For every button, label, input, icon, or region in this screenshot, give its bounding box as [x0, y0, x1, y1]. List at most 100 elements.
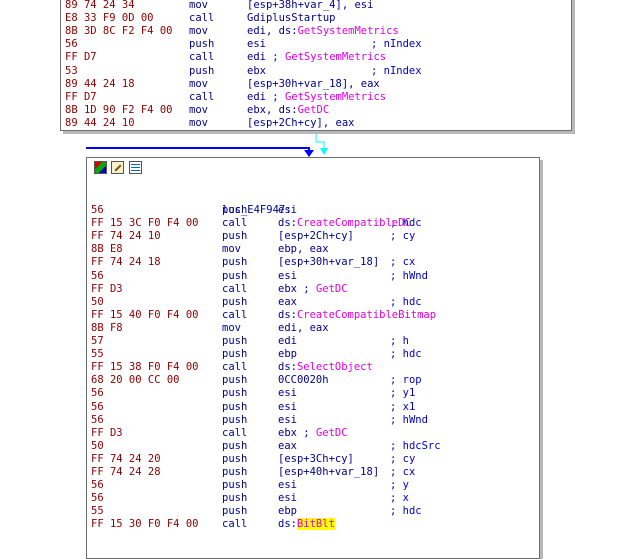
graph-color-icon[interactable]: [94, 161, 107, 174]
api-name[interactable]: CreateCompatibleBitmap: [297, 309, 436, 321]
mnemonic: call: [222, 361, 248, 374]
operands: ebx: [247, 65, 266, 78]
api-name[interactable]: GetDC: [316, 427, 348, 439]
disasm-block-top[interactable]: 89 74 24 34 mov [esp+38h+var_4], esi E8 33 …: [60, 0, 572, 131]
api-name[interactable]: GetSystemMetrics: [285, 91, 386, 103]
mnemonic: mov: [189, 77, 208, 90]
disasm-line[interactable]: 8B 1D 90 F2 F4 00 mov ebx, ds:GetDC: [61, 104, 571, 117]
disasm-line[interactable]: FF 74 24 18 push [esp+30h+var_18] ; cx: [87, 256, 539, 269]
operands: esi: [247, 38, 266, 51]
disasm-line[interactable]: 56 push esi ; hWnd: [87, 270, 539, 283]
disasm-line[interactable]: FF D7 call edi ; GetSystemMetrics: [61, 91, 571, 104]
mnemonic: push: [222, 256, 248, 269]
disasm-line[interactable]: 56 push esi: [87, 204, 539, 217]
operands: ebx ; GetDC: [278, 283, 348, 296]
disasm-block-loc[interactable]: loc_E4F947: ; hdc 56 push esi FF 15 3C F0 F…: [86, 157, 540, 559]
operand-text: ebx: [278, 282, 304, 295]
disasm-line[interactable]: E8 33 F9 0D 00 call GdiplusStartup: [61, 12, 571, 25]
operands: esi: [278, 270, 297, 283]
operands: [esp+30h+var_18], eax: [247, 78, 380, 91]
api-name[interactable]: GetDC: [316, 283, 348, 295]
opcode-bytes: 55: [91, 348, 104, 361]
operand-text: ds:: [278, 361, 297, 374]
disasm-line[interactable]: 89 44 24 18 mov [esp+30h+var_18], eax: [61, 78, 571, 91]
line-comment: ; hdc: [390, 348, 422, 361]
disasm-line[interactable]: 50 push eax ; hdcSrc: [87, 440, 539, 453]
opcode-bytes: FF 15 3C F0 F4 00: [91, 217, 199, 230]
disasm-line[interactable]: FF 74 24 10 push [esp+2Ch+cy] ; cy: [87, 230, 539, 243]
api-name[interactable]: CreateCompatibleDC: [297, 217, 411, 229]
opcode-bytes: 68 20 00 CC 00: [91, 374, 180, 387]
disasm-line[interactable]: 89 44 24 10 mov [esp+2Ch+cy], eax: [61, 117, 571, 130]
mnemonic: mov: [189, 116, 208, 129]
comment-separator: ;: [303, 426, 316, 439]
api-name[interactable]: GetSystemMetrics: [298, 25, 399, 37]
operand-text: ebx, ds:: [247, 103, 298, 116]
line-comment: ; cx: [390, 466, 416, 478]
operands: [esp+40h+var_18]: [278, 466, 379, 479]
disasm-line[interactable]: 53 push ebx ; nIndex: [61, 65, 571, 78]
opcode-bytes: FF 15 30 F0 F4 00: [91, 518, 199, 531]
disasm-line[interactable]: FF 74 24 20 push [esp+3Ch+cy] ; cy: [87, 453, 539, 466]
disasm-line[interactable]: 56 push esi ; y1: [87, 387, 539, 400]
disasm-line[interactable]: 57 push edi ; h: [87, 335, 539, 348]
operand-text: edi: [247, 90, 273, 103]
comment-separator: ;: [272, 90, 285, 103]
disasm-line[interactable]: 8B E8 mov ebp, eax: [87, 243, 539, 256]
opcode-bytes: 55: [91, 505, 104, 518]
operand-text: ebp: [278, 348, 297, 361]
disasm-line[interactable]: 55 push ebp ; hdc: [87, 505, 539, 518]
line-comment: ; hdc: [390, 505, 422, 518]
disasm-line[interactable]: 55 push ebp ; hdc: [87, 348, 539, 361]
line-comment: ; nIndex: [371, 64, 422, 77]
operands: 0CC0020h: [278, 374, 329, 387]
operand-text: edi, ds:: [247, 25, 298, 38]
disasm-line[interactable]: 68 20 00 CC 00 push 0CC0020h ; rop: [87, 374, 539, 387]
disasm-line[interactable]: 89 74 24 34 mov [esp+38h+var_4], esi: [61, 0, 571, 12]
disasm-line[interactable]: FF 74 24 28 push [esp+40h+var_18] ; cx: [87, 466, 539, 479]
disasm-line[interactable]: FF 15 40 F0 F4 00 call ds:CreateCompatible…: [87, 309, 539, 322]
operand-text: edi: [278, 335, 297, 347]
operands: GdiplusStartup: [247, 12, 336, 25]
api-name[interactable]: GetDC: [298, 104, 330, 116]
disasm-line[interactable]: 50 push eax ; hdc: [87, 296, 539, 309]
operands: edi, eax: [278, 322, 329, 335]
disasm-line[interactable]: 56 push esi ; nIndex: [61, 38, 571, 51]
operand-text: GdiplusStartup: [247, 12, 336, 25]
edge-from-top: [315, 129, 328, 155]
operands: [esp+3Ch+cy]: [278, 453, 354, 466]
api-name[interactable]: GetSystemMetrics: [285, 51, 386, 63]
api-name[interactable]: SelectObject: [297, 361, 373, 373]
operands: ds:BitBlt: [278, 518, 335, 531]
disasm-line[interactable]: 8B F8 mov edi, eax: [87, 322, 539, 335]
mnemonic: mov: [222, 321, 241, 334]
disasm-line[interactable]: 56 push esi ; x: [87, 492, 539, 505]
mnemonic: mov: [189, 25, 208, 38]
comment-separator: ;: [303, 282, 316, 295]
mnemonic: call: [222, 518, 248, 531]
opcode-bytes: 8B E8: [91, 243, 123, 256]
api-name[interactable]: BitBlt: [296, 518, 335, 531]
disasm-line[interactable]: FF 15 38 F0 F4 00 call ds:SelectObject: [87, 361, 539, 374]
disasm-line[interactable]: 56 push esi ; x1: [87, 401, 539, 414]
opcode-bytes: FF 74 24 20: [91, 452, 161, 465]
disasm-line[interactable]: 56 push esi ; y: [87, 479, 539, 492]
operands: eax: [278, 440, 297, 453]
disasm-line[interactable]: 56 push esi ; hWnd: [87, 414, 539, 427]
disasm-line[interactable]: FF 15 3C F0 F4 00 call ds:CreateCompatible…: [87, 217, 539, 230]
disasm-line[interactable]: FF D3 call ebx ; GetDC: [87, 427, 539, 440]
opcode-bytes: 56: [65, 38, 78, 51]
disasm-line[interactable]: FF D7 call edi ; GetSystemMetrics: [61, 51, 571, 64]
operand-text: esi: [278, 479, 297, 492]
edit-icon[interactable]: [111, 161, 124, 174]
mnemonic: mov: [189, 0, 208, 11]
disasm-line[interactable]: FF D3 call ebx ; GetDC: [87, 283, 539, 296]
mnemonic: push: [189, 38, 215, 51]
disasm-line[interactable]: 8B 3D 8C F2 F4 00 mov edi, ds:GetSystemMet…: [61, 25, 571, 38]
mnemonic: push: [222, 439, 248, 452]
line-comment: ; hdcSrc: [390, 439, 441, 452]
opcode-bytes: FF 15 40 F0 F4 00: [91, 308, 199, 321]
list-icon[interactable]: [129, 161, 142, 174]
opcode-bytes: 56: [91, 204, 104, 216]
disasm-line[interactable]: FF 15 30 F0 F4 00 call ds:BitBlt: [87, 518, 539, 531]
